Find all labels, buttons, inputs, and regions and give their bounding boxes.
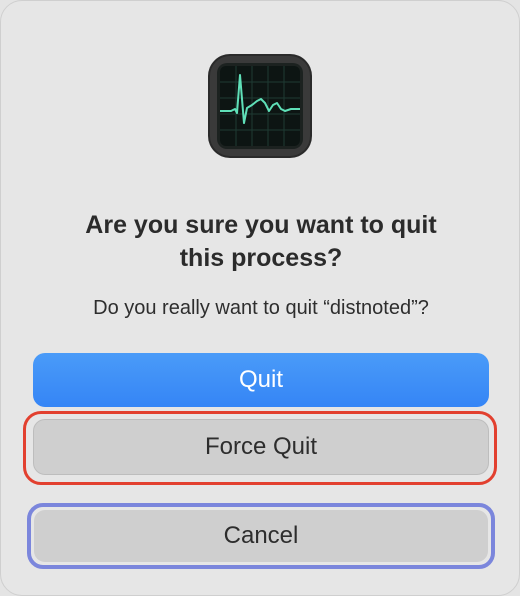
quit-button[interactable]: Quit — [33, 353, 489, 407]
force-quit-dialog: Are you sure you want to quit this proce… — [0, 0, 520, 596]
dialog-title: Are you sure you want to quit this proce… — [1, 209, 520, 275]
cancel-button[interactable]: Cancel — [34, 510, 488, 562]
dialog-message: Do you really want to quit “distnoted”? — [93, 297, 429, 319]
dialog-title-line-1: Are you sure you want to quit — [85, 211, 437, 239]
activity-monitor-icon — [208, 54, 312, 158]
force-quit-button[interactable]: Force Quit — [33, 419, 489, 475]
dialog-title-line-2: this process? — [179, 244, 343, 272]
